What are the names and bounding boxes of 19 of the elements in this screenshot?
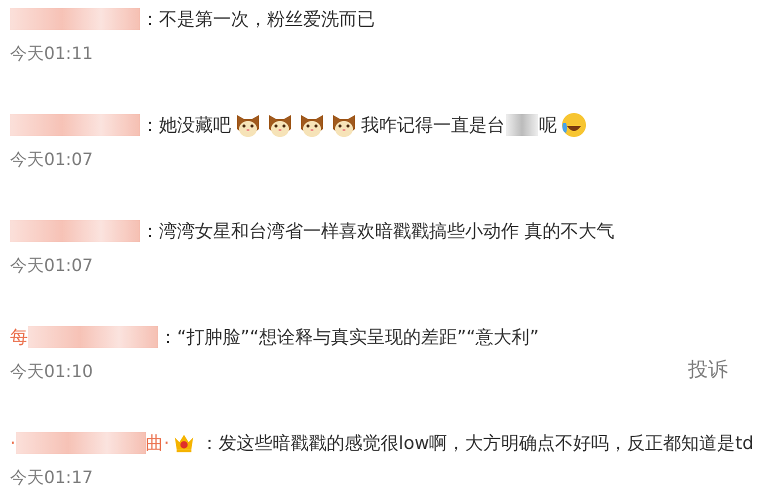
comment-text: ：湾湾女星和台湾省一样喜欢暗戳戳搞些小动作 真的不大气 (141, 220, 615, 243)
comment-time: 今天01:07 (10, 148, 93, 170)
user-name[interactable]: 每 (10, 325, 28, 349)
comment-text: 我咋记得一直是台 (361, 114, 505, 137)
crown-badge-icon (173, 432, 196, 454)
user-name[interactable]: · (10, 432, 16, 454)
crying-laugh-emoji-icon (560, 111, 588, 139)
comment-time: 今天01:07 (10, 254, 93, 276)
blurred-text (506, 114, 538, 136)
comment-text: ：发这些暗戳戳的感觉很low啊，大方明确点不好吗，反正都知道是td (200, 432, 754, 455)
comment-text: ：“打肿脸”“想诠释与真实呈现的差距”“意大利” (159, 326, 539, 349)
report-link[interactable]: 投诉 (688, 356, 728, 382)
comment-text: 呢 (539, 114, 557, 137)
comment-time: 今天01:10 (10, 360, 93, 382)
user-name[interactable]: 曲· (146, 431, 170, 455)
comment-time: 今天01:11 (10, 42, 93, 64)
comment-text: ：她没藏吧 (141, 114, 231, 137)
comment-text: ：不是第一次，粉丝爱洗而已 (141, 8, 375, 31)
comment-time: 今天01:17 (10, 466, 93, 488)
